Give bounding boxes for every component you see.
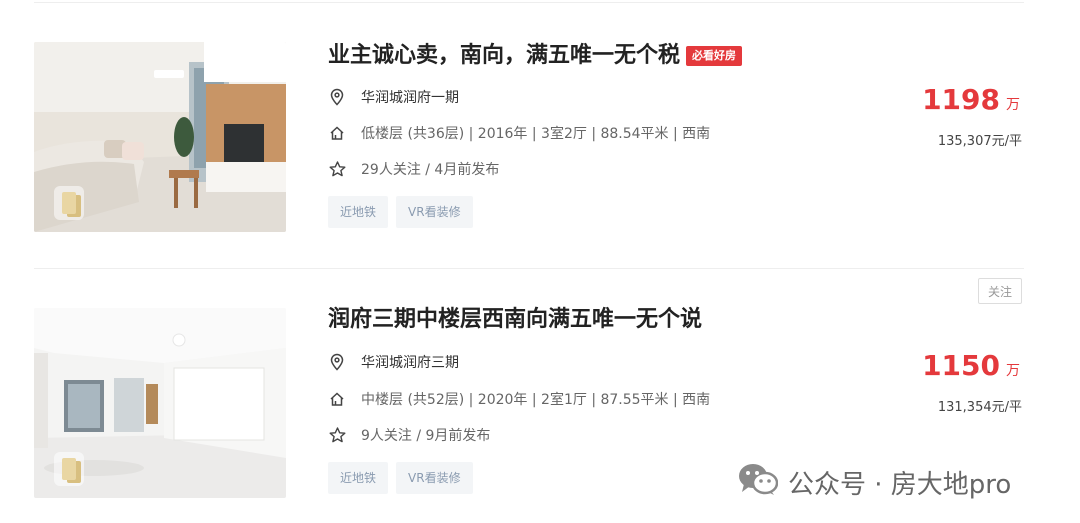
house-icon: [328, 124, 346, 142]
vr-icon[interactable]: [54, 186, 84, 220]
must-see-badge: 必看好房: [686, 46, 743, 66]
tag-vr-decoration: VR看装修: [396, 462, 473, 494]
house-info-text: 中楼层 (共52层) | 2020年 | 2室1厅 | 87.55平米 | 西南: [361, 392, 711, 408]
community-row: 华润城润府三期: [328, 351, 459, 373]
listing-photo[interactable]: [34, 42, 286, 232]
tag-vr-decoration: VR看装修: [396, 196, 473, 228]
follow-info-row: 29人关注 / 4月前发布: [328, 158, 499, 180]
follow-info-row: 9人关注 / 9月前发布: [328, 424, 490, 446]
house-info-row: 低楼层 (共36层) | 2016年 | 3室2厅 | 88.54平米 | 西南: [328, 122, 710, 144]
total-price-value: 1198: [922, 83, 1000, 116]
unit-price: 135,307元/平: [937, 134, 1022, 149]
listing-title[interactable]: 润府三期中楼层西南向满五唯一无个说: [328, 306, 702, 334]
star-icon: [328, 426, 346, 444]
listing-title-text[interactable]: 润府三期中楼层西南向满五唯一无个说: [328, 307, 702, 332]
follow-info-text: 9人关注 / 9月前发布: [361, 428, 491, 444]
location-pin-icon: [328, 353, 346, 371]
community-link[interactable]: 华润城润府三期: [361, 352, 459, 372]
house-info-text: 低楼层 (共36层) | 2016年 | 3室2厅 | 88.54平米 | 西南: [361, 126, 711, 142]
listing-card[interactable]: 业主诚心卖，南向，满五唯一无个税 必看好房 华润城润府一期 低楼层 (共36层) …: [0, 0, 1080, 232]
total-price: 1198 万: [922, 84, 1020, 121]
listing-photo[interactable]: [34, 308, 286, 498]
follow-info-text: 29人关注 / 4月前发布: [361, 162, 500, 178]
community-row: 华润城润府一期: [328, 86, 459, 108]
location-pin-icon: [328, 88, 346, 106]
listing-title[interactable]: 业主诚心卖，南向，满五唯一无个税 必看好房: [328, 42, 743, 70]
house-info-row: 中楼层 (共52层) | 2020年 | 2室1厅 | 87.55平米 | 西南: [328, 388, 710, 410]
unit-price: 131,354元/平: [937, 400, 1022, 415]
community-link[interactable]: 华润城润府一期: [361, 87, 459, 107]
listing-title-text[interactable]: 业主诚心卖，南向，满五唯一无个税: [328, 43, 680, 68]
tag-near-subway: 近地铁: [328, 196, 389, 228]
house-icon: [328, 390, 346, 408]
tag-near-subway: 近地铁: [328, 462, 389, 494]
price-unit: 万: [1006, 97, 1020, 113]
listing-card[interactable]: 润府三期中楼层西南向满五唯一无个说 华润城润府三期 中楼层 (共52层) | 2…: [0, 268, 1080, 498]
wechat-icon: [738, 462, 779, 503]
watermark: 公众号 · 房大地pro: [738, 462, 1011, 503]
price-unit: 万: [1006, 363, 1020, 379]
total-price: 1150 万: [922, 350, 1020, 387]
total-price-value: 1150: [922, 349, 1000, 382]
star-icon: [328, 160, 346, 178]
tag-list: 近地铁 VR看装修: [328, 196, 473, 228]
vr-icon[interactable]: [54, 452, 84, 486]
watermark-text: 公众号 · 房大地pro: [788, 470, 1012, 500]
tag-list: 近地铁 VR看装修: [328, 462, 473, 494]
